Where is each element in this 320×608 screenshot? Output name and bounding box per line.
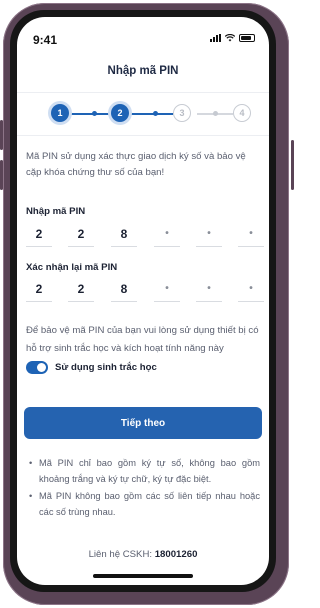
header-divider <box>17 92 269 93</box>
pin-confirm-digit[interactable]: 8 <box>111 280 137 302</box>
status-bar: 9:41 <box>33 31 257 47</box>
battery-icon <box>239 34 255 42</box>
pin-digit[interactable]: • <box>238 225 264 247</box>
home-indicator <box>93 574 193 578</box>
customer-support-contact: Liên hệ CSKH: 18001260 <box>17 549 269 560</box>
app-screen: 9:41 Nhập mã PIN 1 2 3 4 Mã PIN sử dụng … <box>17 17 269 585</box>
signal-icon <box>210 34 221 42</box>
pin-confirm-digit[interactable]: • <box>238 280 264 302</box>
contact-label: Liên hệ CSKH: <box>88 549 153 560</box>
status-time: 9:41 <box>33 33 58 47</box>
pin-entry-label: Nhập mã PIN <box>26 206 86 217</box>
list-item: Mã PIN không bao gồm các số liên tiếp nh… <box>26 488 260 520</box>
pin-confirm-digit[interactable]: • <box>196 280 222 302</box>
volume-down-button <box>0 160 3 190</box>
page-title: Nhập mã PIN <box>107 65 179 77</box>
volume-up-button <box>0 120 3 150</box>
step-connector-dot <box>92 111 97 116</box>
step-connector-dot <box>213 111 218 116</box>
pin-digit[interactable]: • <box>196 225 222 247</box>
progress-stepper: 1 2 3 4 <box>51 103 251 125</box>
pin-confirm-digit[interactable]: 2 <box>26 280 52 302</box>
status-icons <box>210 34 255 42</box>
pin-digit[interactable]: • <box>154 225 180 247</box>
pin-rules-list: Mã PIN chỉ bao gồm ký tự số, không bao g… <box>26 455 260 521</box>
contact-phone[interactable]: 18001260 <box>155 549 198 560</box>
step-1: 1 <box>51 104 69 122</box>
continue-button[interactable]: Tiếp theo <box>24 407 262 439</box>
step-connector-dot <box>153 111 158 116</box>
step-connector <box>129 113 173 115</box>
pin-entry-field[interactable]: 2 2 8 • • • <box>26 225 264 247</box>
pin-confirm-label: Xác nhận lại mã PIN <box>26 262 118 273</box>
biometric-toggle-label: Sử dụng sinh trắc học <box>55 362 157 373</box>
pin-confirm-digit[interactable]: • <box>154 280 180 302</box>
wifi-icon <box>225 34 235 42</box>
step-3: 3 <box>173 104 191 122</box>
power-button <box>291 140 294 190</box>
biometric-toggle[interactable] <box>26 361 48 374</box>
step-4: 4 <box>233 104 251 122</box>
step-2: 2 <box>111 104 129 122</box>
pin-confirm-digit[interactable]: 2 <box>68 280 94 302</box>
pin-digit[interactable]: 2 <box>68 225 94 247</box>
pin-confirm-field[interactable]: 2 2 8 • • • <box>26 280 264 302</box>
stepper-divider <box>17 135 269 136</box>
pin-digit[interactable]: 2 <box>26 225 52 247</box>
biometric-description: Để bảo vệ mã PIN của bạn vui lòng sử dụn… <box>26 325 259 354</box>
pin-description: Mã PIN sử dụng xác thực giao dịch ký số … <box>26 151 246 178</box>
list-item: Mã PIN chỉ bao gồm ký tự số, không bao g… <box>26 455 260 487</box>
pin-digit[interactable]: 8 <box>111 225 137 247</box>
